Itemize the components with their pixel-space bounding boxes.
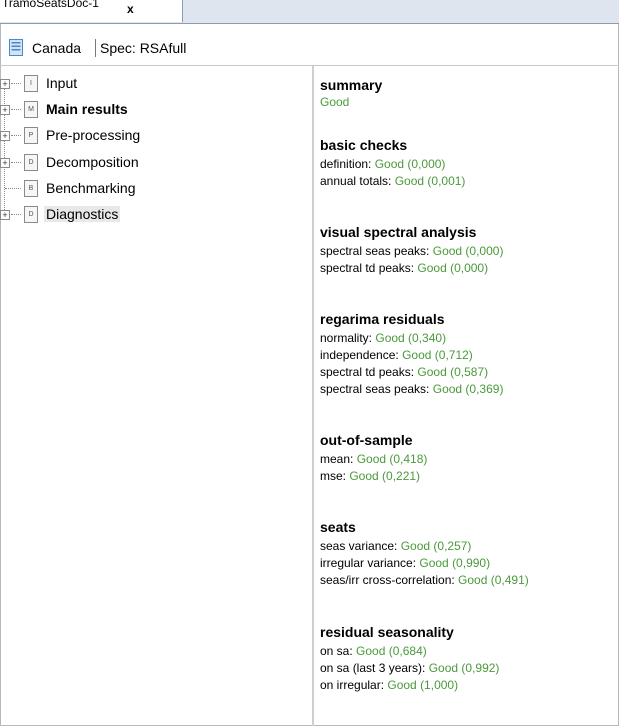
- diagnostic-label: mean:: [320, 452, 357, 466]
- diagnostic-label: seas/irr cross-correlation:: [320, 573, 459, 587]
- diagnostic-row: mean: Good (0,418): [320, 451, 615, 468]
- diagnostic-row: irregular variance: Good (0,990): [320, 555, 615, 572]
- tree-item-label: Pre-processing: [46, 127, 141, 143]
- section-title: seats: [320, 519, 356, 535]
- document-icon: [9, 39, 23, 56]
- tree-item-label: Diagnostics: [44, 206, 121, 222]
- diagnostic-label: normality:: [320, 331, 376, 345]
- close-icon[interactable]: x: [127, 2, 134, 16]
- diagnostic-row: seas/irr cross-correlation: Good (0,491): [320, 572, 615, 589]
- node-icon: P: [24, 127, 38, 144]
- diagnostic-row: definition: Good (0,000): [320, 156, 615, 173]
- section-title: residual seasonality: [320, 624, 454, 640]
- diagnostic-row: normality: Good (0,340): [320, 330, 615, 347]
- node-icon: I: [24, 75, 38, 92]
- section-summary: summary Good: [320, 77, 615, 111]
- node-icon: M: [24, 101, 38, 118]
- toolbar: Canada Spec: RSAfull: [0, 33, 619, 59]
- section-seats: seats seas variance: Good (0,257) irregu…: [320, 519, 615, 589]
- section-basic-checks: basic checks definition: Good (0,000) an…: [320, 137, 615, 190]
- section-residual-seasonality: residual seasonality on sa: Good (0,684)…: [320, 624, 615, 694]
- diagnostic-label: independence:: [320, 348, 403, 362]
- tree-item-pre-processing[interactable]: + P Pre-processing: [0, 125, 300, 147]
- diagnostic-value: Good (0,418): [356, 452, 428, 466]
- tree-item-label: Benchmarking: [46, 180, 136, 196]
- diagnostic-label: spectral seas peaks:: [320, 244, 433, 258]
- node-icon: D: [24, 154, 38, 171]
- diagnostic-row: annual totals: Good (0,001): [320, 173, 615, 190]
- diagnostic-value: Good (0,000): [417, 261, 489, 275]
- diagnostic-row: spectral seas peaks: Good (0,000): [320, 243, 615, 260]
- diagnostic-label: spectral seas peaks:: [320, 382, 433, 396]
- tree-item-label: Input: [46, 75, 78, 91]
- diagnostic-row: seas variance: Good (0,257): [320, 538, 615, 555]
- node-icon: B: [24, 180, 38, 197]
- panel-splitter[interactable]: [312, 66, 314, 726]
- tree-item-input[interactable]: + I Input: [0, 73, 300, 95]
- diagnostic-label: on sa (last 3 years):: [320, 661, 429, 675]
- diagnostics-panel: summary Good basic checks definition: Go…: [320, 66, 615, 726]
- diagnostic-value: Good (0,257): [400, 539, 472, 553]
- section-title: visual spectral analysis: [320, 224, 477, 240]
- section-title: regarima residuals: [320, 311, 445, 327]
- tab-title: TramoSeatsDoc-1: [2, 0, 99, 10]
- section-out-of-sample: out-of-sample mean: Good (0,418) mse: Go…: [320, 432, 615, 485]
- diagnostic-label: definition:: [320, 157, 375, 171]
- diagnostic-value: Good (0,992): [428, 661, 500, 675]
- diagnostic-label: spectral td peaks:: [320, 261, 418, 275]
- diagnostic-value: Good (0,587): [417, 365, 489, 379]
- diagnostic-label: spectral td peaks:: [320, 365, 418, 379]
- diagnostic-value: Good (0,369): [432, 382, 504, 396]
- diagnostic-label: mse:: [320, 469, 350, 483]
- expand-icon[interactable]: +: [0, 158, 10, 168]
- diagnostic-label: annual totals:: [320, 174, 395, 188]
- tree-item-label: Main results: [46, 101, 128, 117]
- tab-strip: TramoSeatsDoc-1 x: [0, 0, 619, 24]
- diagnostic-value: Good (0,684): [356, 644, 427, 658]
- spec-label[interactable]: Spec: RSAfull: [100, 40, 186, 56]
- diagnostic-row: on irregular: Good (1,000): [320, 677, 615, 694]
- tab-document[interactable]: TramoSeatsDoc-1 x: [0, 0, 183, 22]
- section-title: out-of-sample: [320, 432, 413, 448]
- tree-item-decomposition[interactable]: + D Decomposition: [0, 152, 300, 174]
- diagnostic-row: spectral td peaks: Good (0,587): [320, 364, 615, 381]
- diagnostic-value: Good (0,000): [374, 157, 446, 171]
- diagnostic-row: spectral seas peaks: Good (0,369): [320, 381, 615, 398]
- diagnostic-value: Good (0,000): [432, 244, 504, 258]
- section-visual-spectral: visual spectral analysis spectral seas p…: [320, 224, 615, 277]
- diagnostic-value: Good (0,491): [458, 573, 529, 587]
- diagnostic-row: spectral td peaks: Good (0,000): [320, 260, 615, 277]
- diagnostic-row: independence: Good (0,712): [320, 347, 615, 364]
- series-name[interactable]: Canada: [32, 40, 81, 56]
- diagnostic-label: irregular variance:: [320, 556, 420, 570]
- diagnostic-row: on sa (last 3 years): Good (0,992): [320, 660, 615, 677]
- diagnostic-label: on sa:: [320, 644, 357, 658]
- expand-icon[interactable]: +: [0, 105, 10, 115]
- expand-icon[interactable]: +: [0, 210, 10, 220]
- results-tree: + I Input + M Main results + P Pre-proce…: [0, 66, 312, 726]
- diagnostic-value: Good (0,221): [349, 469, 421, 483]
- diagnostic-value: Good (0,990): [419, 556, 491, 570]
- node-icon: D: [24, 206, 38, 223]
- diagnostic-row: mse: Good (0,221): [320, 468, 615, 485]
- section-title: summary: [320, 77, 383, 93]
- summary-value: Good: [320, 95, 350, 109]
- expand-icon[interactable]: +: [0, 79, 10, 89]
- tree-item-diagnostics[interactable]: + D Diagnostics: [0, 204, 300, 226]
- diagnostic-value: Good (0,340): [375, 331, 447, 345]
- section-title: basic checks: [320, 137, 408, 153]
- toolbar-separator: [95, 39, 96, 57]
- tree-item-main-results[interactable]: + M Main results: [0, 99, 300, 121]
- diagnostic-value: Good (0,712): [402, 348, 473, 362]
- diagnostic-row: on sa: Good (0,684): [320, 643, 615, 660]
- section-regarima-residuals: regarima residuals normality: Good (0,34…: [320, 311, 615, 398]
- diagnostic-value: Good (1,000): [387, 678, 459, 692]
- diagnostic-value: Good (0,001): [394, 174, 466, 188]
- expand-icon[interactable]: +: [0, 131, 10, 141]
- tree-item-benchmarking[interactable]: B Benchmarking: [0, 178, 300, 200]
- diagnostic-label: on irregular:: [320, 678, 388, 692]
- diagnostic-label: seas variance:: [320, 539, 401, 553]
- tree-item-label: Decomposition: [46, 154, 139, 170]
